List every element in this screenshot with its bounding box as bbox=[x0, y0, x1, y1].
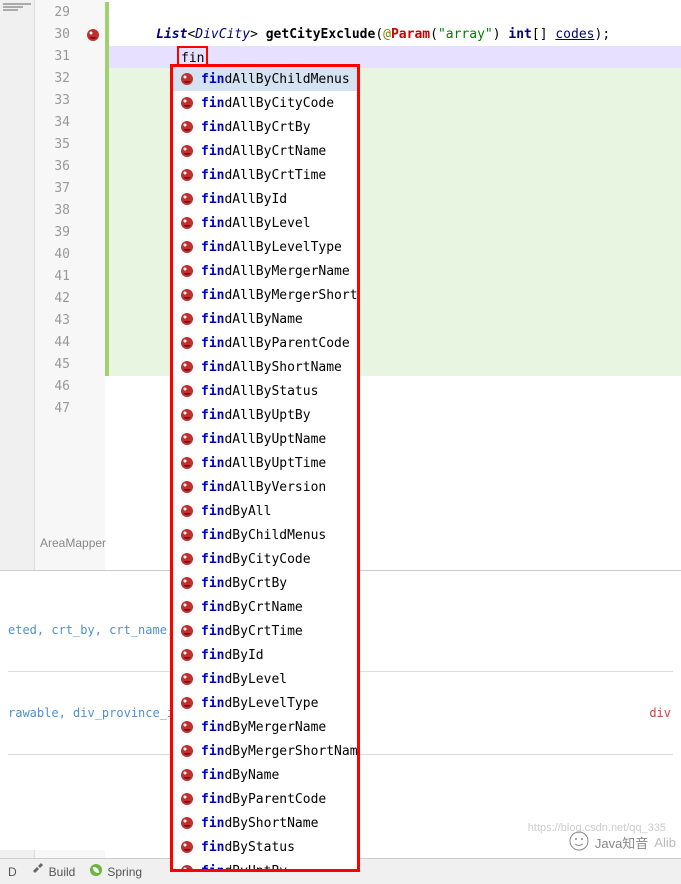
line-number: 34 bbox=[35, 112, 70, 134]
line-number: 36 bbox=[35, 156, 70, 178]
autocomplete-item[interactable]: findAllByCrtName bbox=[173, 139, 357, 163]
autocomplete-item[interactable]: findAllByCityCode bbox=[173, 91, 357, 115]
line-number: 44 bbox=[35, 332, 70, 354]
autocomplete-item[interactable]: findByAll bbox=[173, 499, 357, 523]
line-number: 32 bbox=[35, 68, 70, 90]
line-number: 38 bbox=[35, 200, 70, 222]
autocomplete-item[interactable]: findAllByUptBy bbox=[173, 403, 357, 427]
hammer-icon bbox=[31, 863, 45, 880]
autocomplete-item[interactable]: findByName bbox=[173, 763, 357, 787]
line-number: 40 bbox=[35, 244, 70, 266]
autocomplete-item[interactable]: findAllByChildMenus bbox=[173, 67, 357, 91]
autocomplete-item[interactable]: findAllByMergerName bbox=[173, 259, 357, 283]
breadcrumb[interactable]: AreaMapper bbox=[40, 536, 106, 550]
build-tab[interactable]: Build bbox=[31, 863, 76, 880]
line-number: 47 bbox=[35, 398, 70, 420]
line-number: 46 bbox=[35, 376, 70, 398]
line-number: 35 bbox=[35, 134, 70, 156]
line-number: 45 bbox=[35, 354, 70, 376]
autocomplete-item[interactable]: findByCrtName bbox=[173, 595, 357, 619]
autocomplete-item[interactable]: findAllByMergerShortName bbox=[173, 283, 357, 307]
autocomplete-item[interactable]: findByLevelType bbox=[173, 691, 357, 715]
autocomplete-item[interactable]: findAllByStatus bbox=[173, 379, 357, 403]
line-number: 29 bbox=[35, 2, 70, 24]
autocomplete-item[interactable]: findByMergerShortName bbox=[173, 739, 357, 763]
autocomplete-item[interactable]: findAllByVersion bbox=[173, 475, 357, 499]
line-number: 33 bbox=[35, 90, 70, 112]
line-number: 37 bbox=[35, 178, 70, 200]
mybatis-bird-icon[interactable] bbox=[80, 24, 105, 46]
autocomplete-item[interactable]: findById bbox=[173, 643, 357, 667]
line-number: 39 bbox=[35, 222, 70, 244]
autocomplete-item[interactable]: findAllByUptName bbox=[173, 427, 357, 451]
todo-tab[interactable]: D bbox=[8, 865, 17, 879]
autocomplete-item[interactable]: findAllByShortName bbox=[173, 355, 357, 379]
autocomplete-item[interactable]: findAllByLevelType bbox=[173, 235, 357, 259]
autocomplete-popup[interactable]: findAllByChildMenusfindAllByCityCodefind… bbox=[170, 64, 360, 872]
line-number: 31 bbox=[35, 46, 70, 68]
line-number: 43 bbox=[35, 310, 70, 332]
spring-leaf-icon bbox=[89, 863, 103, 880]
autocomplete-item[interactable]: findByParentCode bbox=[173, 787, 357, 811]
autocomplete-item[interactable]: findByMergerName bbox=[173, 715, 357, 739]
line-number: 42 bbox=[35, 288, 70, 310]
autocomplete-item[interactable]: findByCrtTime bbox=[173, 619, 357, 643]
autocomplete-item[interactable]: findByLevel bbox=[173, 667, 357, 691]
autocomplete-item[interactable]: findByCityCode bbox=[173, 547, 357, 571]
autocomplete-item[interactable]: findAllByName bbox=[173, 307, 357, 331]
line-number: 30 bbox=[35, 24, 70, 46]
autocomplete-item[interactable]: findByShortName bbox=[173, 811, 357, 835]
autocomplete-item[interactable]: findAllByUptTime bbox=[173, 451, 357, 475]
wechat-icon bbox=[569, 831, 589, 854]
code-line-29[interactable] bbox=[105, 2, 681, 24]
autocomplete-item[interactable]: findAllByParentCode bbox=[173, 331, 357, 355]
spring-tab[interactable]: Spring bbox=[89, 863, 142, 880]
autocomplete-item[interactable]: findByChildMenus bbox=[173, 523, 357, 547]
autocomplete-item[interactable]: findByUptBy bbox=[173, 859, 357, 872]
autocomplete-item[interactable]: findAllById bbox=[173, 187, 357, 211]
autocomplete-item[interactable]: findByCrtBy bbox=[173, 571, 357, 595]
line-number: 41 bbox=[35, 266, 70, 288]
watermark-brand: Java知音Alib bbox=[569, 831, 676, 854]
autocomplete-item[interactable]: findAllByCrtBy bbox=[173, 115, 357, 139]
autocomplete-item[interactable]: findByStatus bbox=[173, 835, 357, 859]
autocomplete-item[interactable]: findAllByLevel bbox=[173, 211, 357, 235]
autocomplete-item[interactable]: findAllByCrtTime bbox=[173, 163, 357, 187]
code-line-30[interactable]: List<DivCity> getCityExclude(@Param("arr… bbox=[105, 24, 681, 46]
